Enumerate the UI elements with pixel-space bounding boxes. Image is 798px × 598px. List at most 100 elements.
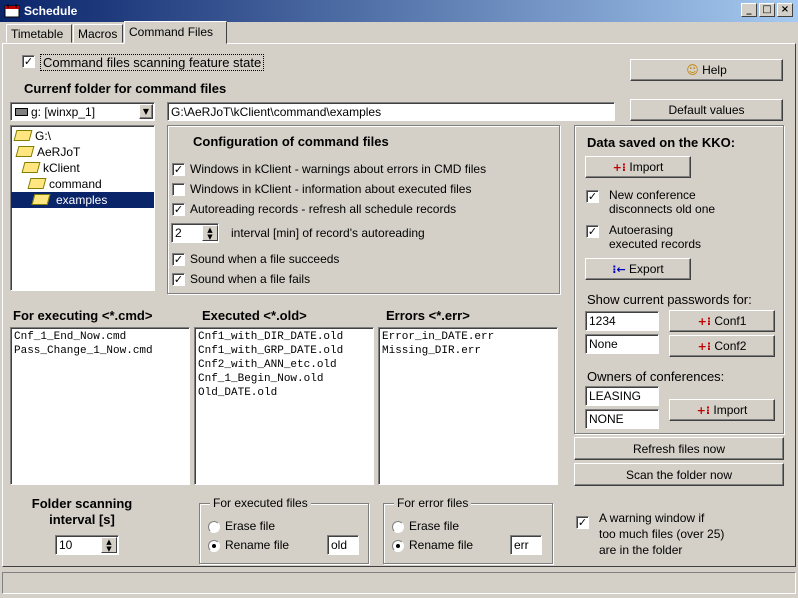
help-button[interactable]: ☺ Help <box>630 59 783 81</box>
warnings-checkbox[interactable]: ✓ <box>172 163 185 176</box>
tree-item[interactable]: G:\ <box>13 128 152 144</box>
interval-spin-buttons[interactable]: ▲ ▼ <box>202 225 218 241</box>
executed-erase-radio[interactable] <box>208 521 220 533</box>
scan-folder-button[interactable]: Scan the folder now <box>574 463 784 486</box>
folder-open-icon <box>21 162 41 174</box>
list-item[interactable]: Cnf2_with_ANN_etc.old <box>198 358 370 372</box>
info-checkbox[interactable] <box>172 183 185 196</box>
warnings-label: Windows in kClient - warnings about erro… <box>190 162 487 176</box>
warning-checkbox[interactable]: ✓ <box>576 516 589 529</box>
feature-checkbox[interactable]: ✓ <box>22 55 35 68</box>
autoreading-label: Autoreading records - refresh all schedu… <box>190 202 457 216</box>
kko-heading: Data saved on the KKO: <box>587 135 736 150</box>
feature-label: Command files scanning feature state <box>40 54 265 71</box>
maximize-button[interactable]: □ <box>759 3 775 17</box>
executed-rename-label: Rename file <box>225 538 290 552</box>
folder-open-icon <box>31 194 51 206</box>
spin-down-icon[interactable]: ▼ <box>102 545 116 553</box>
error-rename-radio[interactable] <box>392 540 404 552</box>
tree-item[interactable]: command <box>13 176 152 192</box>
tree-item[interactable]: kClient <box>13 160 152 176</box>
errors-list[interactable]: Error_in_DATE.err Missing_DIR.err <box>378 327 558 485</box>
config-heading: Configuration of command files <box>193 134 389 149</box>
folder-open-icon <box>13 130 33 142</box>
kko-export-label: Export <box>629 262 664 276</box>
owners-import-button[interactable]: +⁝ Import <box>669 399 775 421</box>
import-icon: +⁝ <box>697 340 712 353</box>
list-item[interactable]: Pass_Change_1_Now.cmd <box>14 344 186 358</box>
new-conference-checkbox[interactable]: ✓ <box>586 190 599 203</box>
conf2-button[interactable]: +⁝ Conf2 <box>669 335 775 357</box>
tab-command-files[interactable]: Command Files <box>124 21 227 44</box>
executed-list[interactable]: Cnf1_with_DIR_DATE.old Cnf1_with_GRP_DAT… <box>194 327 374 485</box>
list-item[interactable]: Missing_DIR.err <box>382 344 554 358</box>
executed-ext-field[interactable]: old <box>327 535 359 555</box>
executed-erase-label: Erase file <box>225 519 276 533</box>
conf1-label: Conf1 <box>714 314 747 328</box>
folder-path-field[interactable]: G:\AeRJoT\kClient\command\examples <box>167 102 615 121</box>
tab-timetable[interactable]: Timetable <box>6 24 72 43</box>
status-bar <box>2 572 796 594</box>
refresh-files-button[interactable]: Refresh files now <box>574 437 784 460</box>
conf2-password-field[interactable]: None <box>585 334 659 354</box>
drive-value: g: [winxp_1] <box>31 105 96 119</box>
help-label: Help <box>702 63 727 77</box>
executed-rename-radio[interactable] <box>208 540 220 552</box>
errors-heading: Errors <*.err> <box>386 308 470 323</box>
minimize-button[interactable]: _ <box>741 3 757 17</box>
close-button[interactable]: × <box>777 3 793 17</box>
title-bar: Schedule _ □ × <box>0 0 798 22</box>
spin-up-icon[interactable]: ▲ <box>102 538 116 546</box>
help-icon: ☺ <box>686 63 699 77</box>
tab-macros[interactable]: Macros <box>73 24 123 43</box>
error-ext-field[interactable]: err <box>510 535 542 555</box>
app-icon <box>4 4 20 18</box>
kko-export-button[interactable]: ⁝← Export <box>585 258 691 280</box>
import-icon: +⁝ <box>697 315 712 328</box>
list-item[interactable]: Cnf_1_Begin_Now.old <box>198 372 370 386</box>
autoerasing-checkbox[interactable]: ✓ <box>586 225 599 238</box>
sound-success-label: Sound when a file succeeds <box>190 252 340 266</box>
conf2-label: Conf2 <box>714 339 747 353</box>
sound-success-checkbox[interactable]: ✓ <box>172 253 185 266</box>
info-label: Windows in kClient - information about e… <box>190 182 472 196</box>
conf1-button[interactable]: +⁝ Conf1 <box>669 310 775 332</box>
drive-select[interactable]: g: [winxp_1] <box>10 102 155 121</box>
owner2-field[interactable]: NONE <box>585 409 659 429</box>
tree-item[interactable]: AeRJoT <box>13 144 152 160</box>
error-erase-radio[interactable] <box>392 521 404 533</box>
scanning-interval-value: 10 <box>59 538 73 552</box>
autoerasing-label: Autoerasing executed records <box>609 223 702 251</box>
list-item[interactable]: Old_DATE.old <box>198 386 370 400</box>
folder-tree[interactable]: G:\ AeRJoT kClient command examples <box>10 125 155 291</box>
sound-fail-checkbox[interactable]: ✓ <box>172 273 185 286</box>
interval-value: 2 <box>175 226 182 240</box>
error-erase-label: Erase file <box>409 519 460 533</box>
executed-files-legend: For executed files <box>210 496 311 510</box>
chevron-down-icon[interactable]: ▼ <box>139 104 153 119</box>
list-item[interactable]: Cnf_1_End_Now.cmd <box>14 330 186 344</box>
interval-label: interval [min] of record's autoreading <box>231 226 425 240</box>
scanning-spin-buttons[interactable]: ▲ ▼ <box>101 537 117 553</box>
executing-list[interactable]: Cnf_1_End_Now.cmd Pass_Change_1_Now.cmd <box>10 327 190 485</box>
kko-import-label: Import <box>629 160 664 174</box>
autoreading-checkbox[interactable]: ✓ <box>172 203 185 216</box>
spin-down-icon[interactable]: ▼ <box>203 233 217 241</box>
import-icon: +⁝ <box>696 404 711 417</box>
list-item[interactable]: Cnf1_with_GRP_DATE.old <box>198 344 370 358</box>
tree-item-selected[interactable]: examples <box>11 192 154 208</box>
list-item[interactable]: Cnf1_with_DIR_DATE.old <box>198 330 370 344</box>
owner1-field[interactable]: LEASING <box>585 386 659 406</box>
default-values-button[interactable]: Default values <box>630 99 783 121</box>
folder-open-icon <box>27 178 47 190</box>
conf1-password-field[interactable]: 1234 <box>585 311 659 331</box>
folder-open-icon <box>15 146 35 158</box>
spin-up-icon[interactable]: ▲ <box>203 226 217 234</box>
window-title: Schedule <box>24 4 78 18</box>
owners-import-label: Import <box>713 403 748 417</box>
list-item[interactable]: Error_in_DATE.err <box>382 330 554 344</box>
export-icon: ⁝← <box>612 263 626 276</box>
new-conference-label: New conference disconnects old one <box>609 188 716 216</box>
error-files-legend: For error files <box>394 496 472 510</box>
kko-import-button[interactable]: +⁝ Import <box>585 156 691 178</box>
